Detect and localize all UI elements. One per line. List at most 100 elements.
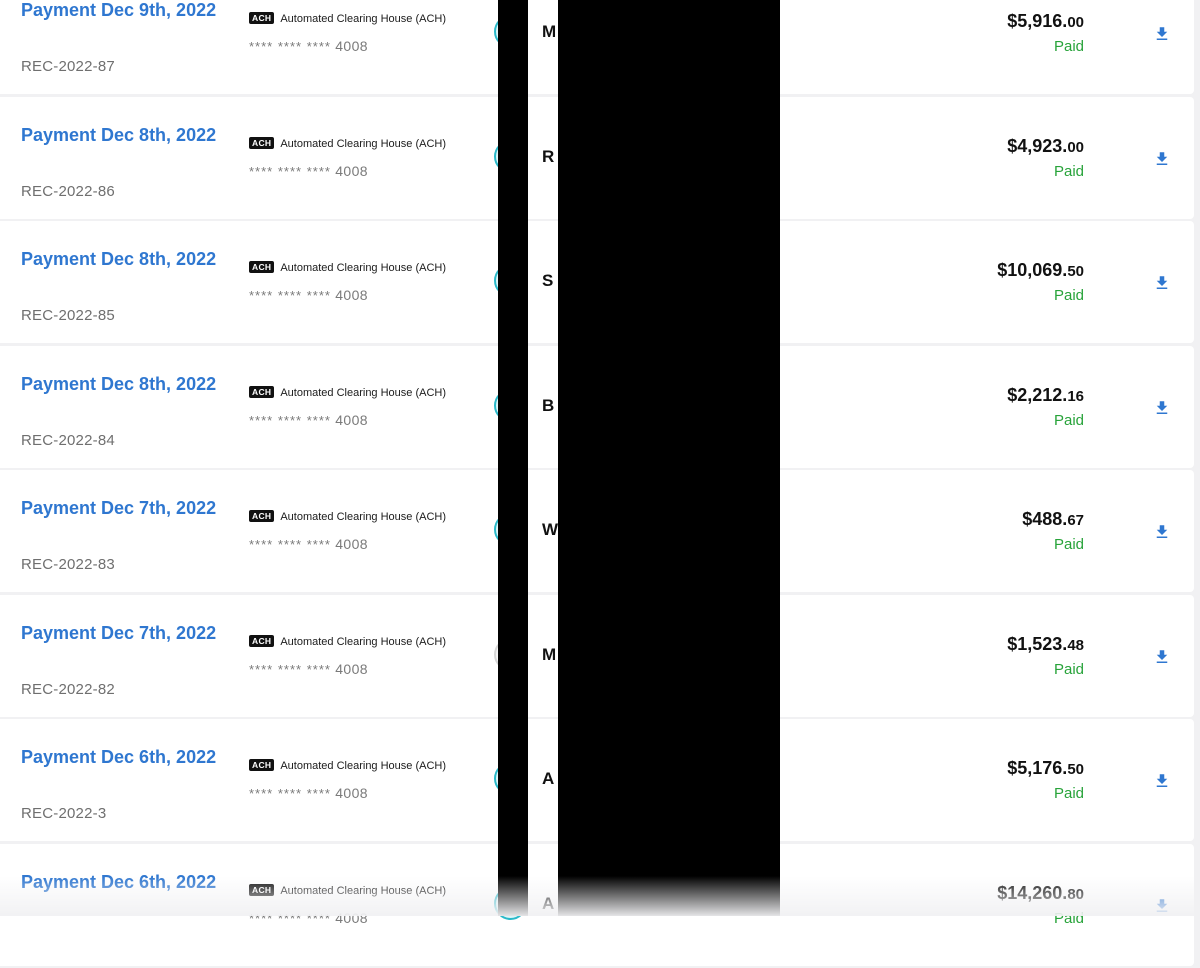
status-badge: Paid	[1053, 909, 1084, 927]
payment-title-link[interactable]: Payment Dec 6th, 2022	[21, 868, 221, 897]
amount-cents: 80	[1067, 885, 1084, 903]
masked-account: **** **** **** 4008	[249, 412, 368, 428]
payment-title-link[interactable]: Payment Dec 6th, 2022	[21, 743, 221, 772]
account-last4: 4008	[335, 785, 368, 801]
payment-title-link[interactable]: Payment Dec 7th, 2022	[21, 619, 221, 648]
receipt-number: REC-2022-84	[21, 431, 115, 449]
receipt-number: REC-2022-82	[21, 680, 115, 698]
payment-method: ACH Automated Clearing House (ACH)	[249, 136, 447, 150]
payment-method-label: Automated Clearing House (ACH)	[280, 760, 447, 772]
payment-method-label: Automated Clearing House (ACH)	[280, 635, 447, 648]
account-mask: **** **** ****	[249, 288, 331, 303]
account-mask: **** **** ****	[249, 39, 331, 54]
payee-name: M	[542, 22, 557, 41]
redaction-bar	[498, 0, 528, 916]
masked-account: **** **** **** 4008	[249, 661, 368, 677]
payment-method: ACH Automated Clearing House (ACH)	[249, 634, 447, 648]
payment-title-link[interactable]: Payment Dec 8th, 2022	[21, 245, 221, 274]
payment-method: ACH Automated Clearing House (ACH)	[249, 759, 446, 772]
payment-amount: $10,069.50	[997, 260, 1084, 281]
amount-main: $5,916.	[1007, 11, 1068, 31]
masked-account: **** **** **** 4008	[249, 910, 368, 926]
ach-badge: ACH	[249, 883, 275, 896]
payment-method: ACH Automated Clearing House (ACH)	[249, 261, 446, 274]
download-icon[interactable]	[1153, 522, 1171, 542]
payee-name: W	[542, 520, 559, 539]
download-icon[interactable]	[1153, 771, 1171, 791]
payment-method-label: Automated Clearing House (ACH)	[280, 137, 447, 150]
download-icon[interactable]	[1153, 398, 1171, 418]
amount-main: $14,260.	[997, 882, 1068, 903]
amount-cents: 67	[1067, 512, 1084, 529]
amount-main: $488.	[1022, 509, 1068, 529]
amount-main: $10,069.	[997, 260, 1068, 280]
payment-title-link[interactable]: Payment Dec 8th, 2022	[21, 370, 221, 399]
payment-method: ACH Automated Clearing House (ACH)	[249, 510, 446, 523]
payment-amount: $5,176.50	[1007, 758, 1084, 779]
receipt-number: REC-2022-87	[21, 58, 115, 75]
account-last4: 4008	[335, 38, 368, 54]
payee-name: A	[542, 893, 555, 913]
payment-method-label: Automated Clearing House (ACH)	[280, 386, 447, 399]
payment-title-link[interactable]: Payment Dec 8th, 2022	[21, 121, 221, 150]
payee-name: M	[542, 644, 557, 664]
ach-badge: ACH	[249, 634, 275, 647]
masked-account: **** **** **** 4008	[249, 38, 368, 54]
receipt-number: REC-2022-85	[21, 307, 115, 324]
amount-main: $5,176.	[1007, 758, 1068, 778]
download-icon[interactable]	[1153, 896, 1171, 916]
account-mask: **** **** ****	[249, 910, 331, 926]
account-last4: 4008	[335, 909, 368, 926]
account-last4: 4008	[335, 660, 368, 677]
payment-title-link[interactable]: Payment Dec 7th, 2022	[21, 494, 221, 523]
masked-account: **** **** **** 4008	[249, 536, 368, 552]
redaction-bar	[558, 0, 780, 916]
receipt-number: REC-2022-86	[21, 182, 115, 200]
amount-main: $2,212.	[1007, 384, 1068, 405]
status-badge: Paid	[1053, 411, 1084, 429]
payment-amount: $14,260.80	[997, 883, 1084, 904]
download-icon[interactable]	[1153, 149, 1171, 169]
status-badge: Paid	[1053, 162, 1084, 180]
receipt-number: REC-2022-83	[21, 556, 115, 573]
amount-cents: 00	[1067, 138, 1084, 156]
amount-cents: 50	[1067, 263, 1084, 280]
status-badge: Paid	[1053, 536, 1084, 553]
payee-name: A	[542, 769, 555, 788]
payment-method-label: Automated Clearing House (ACH)	[280, 884, 447, 897]
download-icon[interactable]	[1153, 647, 1171, 667]
payment-method: ACH Automated Clearing House (ACH)	[249, 12, 446, 25]
masked-account: **** **** **** 4008	[249, 785, 368, 801]
account-last4: 4008	[335, 287, 368, 303]
masked-account: **** **** **** 4008	[249, 287, 368, 303]
payment-amount: $488.67	[1022, 509, 1084, 530]
account-last4: 4008	[335, 411, 368, 428]
payment-method-label: Automated Clearing House (ACH)	[280, 511, 447, 523]
ach-badge: ACH	[249, 136, 275, 149]
account-mask: **** **** ****	[249, 412, 331, 428]
amount-cents: 16	[1067, 387, 1084, 405]
download-icon[interactable]	[1153, 273, 1171, 293]
ach-badge: ACH	[249, 12, 275, 24]
account-last4: 4008	[335, 536, 368, 552]
receipt-number: REC-2022-3	[21, 805, 107, 822]
ach-badge: ACH	[249, 510, 275, 522]
payment-method-label: Automated Clearing House (ACH)	[280, 262, 447, 274]
payee-name: S	[542, 271, 554, 290]
account-last4: 4008	[335, 162, 368, 179]
amount-cents: 00	[1067, 14, 1084, 31]
ach-badge: ACH	[249, 759, 275, 771]
payment-amount: $5,916.00	[1007, 11, 1084, 32]
download-icon[interactable]	[1153, 24, 1171, 44]
payment-method: ACH Automated Clearing House (ACH)	[249, 385, 447, 399]
amount-main: $1,523.	[1007, 633, 1068, 654]
payment-title-link[interactable]: Payment Dec 9th, 2022	[21, 0, 221, 25]
payment-amount: $4,923.00	[1007, 136, 1084, 157]
account-mask: **** **** ****	[249, 786, 331, 801]
masked-account: **** **** **** 4008	[249, 163, 368, 179]
payment-amount: $2,212.16	[1007, 385, 1084, 406]
account-mask: **** **** ****	[249, 163, 331, 179]
ach-badge: ACH	[249, 261, 275, 273]
payee-name: R	[542, 146, 555, 166]
payment-amount: $1,523.48	[1007, 634, 1084, 655]
